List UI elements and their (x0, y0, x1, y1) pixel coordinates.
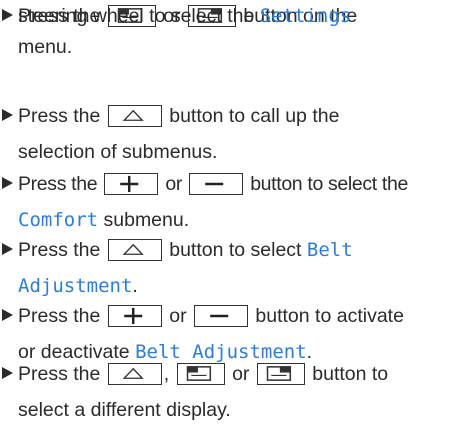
up-triangle-icon (107, 239, 162, 261)
step-6: Press the , or button to select a differ… (0, 358, 462, 430)
step-3: Press the or button to select the Comfor… (0, 168, 462, 240)
step-text: button to (312, 363, 389, 385)
menu-name-comfort: Comfort (18, 209, 99, 231)
step-text: . (132, 275, 138, 297)
step-text: submenu. (103, 209, 190, 231)
step-4: Press the button to select Belt Adjustme… (0, 234, 462, 306)
step-text: select a different display. (18, 399, 231, 421)
step-text: button to select (169, 239, 302, 261)
step-text: button to select the (250, 173, 408, 195)
step-text: , (163, 363, 170, 385)
bullet-arrow-icon (2, 9, 13, 21)
step-text: Press the (18, 173, 98, 195)
bullet-arrow-icon (2, 367, 13, 379)
step-text: steering wheel to select the (18, 5, 255, 27)
step-text: Press the (18, 105, 101, 127)
page-back-icon (176, 363, 225, 385)
minus-icon (193, 305, 248, 327)
bullet-arrow-icon (2, 309, 13, 321)
menu-name-settings: Settings (259, 5, 352, 27)
minus-icon (189, 173, 244, 195)
page-forward-icon (256, 363, 305, 385)
step-text: Press the (18, 239, 101, 261)
step-text: button to call up the (169, 105, 340, 127)
step-text: Press the (18, 363, 101, 385)
plus-icon (104, 173, 159, 195)
step-text: menu. (18, 36, 73, 58)
setting-name: Adjustment (18, 275, 133, 297)
step-text: Press the (18, 305, 101, 327)
instruction-list: Press the or button on the steering whee… (0, 0, 466, 422)
bullet-arrow-icon (2, 109, 13, 121)
step-text: button to activate (255, 305, 404, 327)
up-triangle-icon (107, 363, 162, 385)
setting-name: Belt (306, 239, 353, 261)
step-1: Press the or button on the steering whee… (0, 0, 462, 108)
bullet-arrow-icon (2, 177, 13, 189)
step-text: or (165, 173, 183, 195)
step-text: or (169, 305, 187, 327)
up-triangle-icon (107, 105, 162, 127)
plus-icon (107, 305, 162, 327)
step-text: or (232, 363, 250, 385)
bullet-arrow-icon (2, 243, 13, 255)
step-2: Press the button to call up the selectio… (0, 100, 462, 172)
step-text: selection of submenus. (18, 141, 218, 163)
